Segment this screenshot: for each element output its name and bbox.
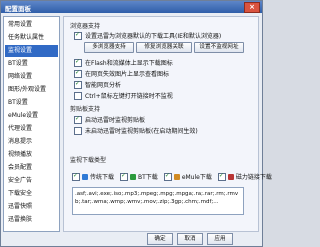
type-bt-label: BT下载 — [138, 174, 158, 181]
type-emule-checkbox[interactable]: eMule下载 — [163, 172, 212, 181]
sidebar-item-迅雷换肤[interactable]: 迅雷换肤 — [5, 214, 58, 226]
sidebar-item-网络设置[interactable]: 网络设置 — [5, 71, 58, 83]
sidebar-item-图形外观设置[interactable]: 图形/外观设置 — [5, 84, 58, 96]
checkbox-icon[interactable] — [163, 172, 172, 181]
traditional-download-icon — [82, 173, 88, 180]
sidebar-item-常用设置[interactable]: 常用设置 — [5, 19, 58, 31]
sidebar-item-下载安全[interactable]: 下载安全 — [5, 188, 58, 200]
download-types-row: 传统下载 BT下载 eMule下载 磁力链接下载 — [72, 172, 272, 181]
checkbox-icon[interactable] — [74, 69, 82, 78]
bt-download-icon — [130, 173, 137, 180]
ctrl-click-label: Ctrl+鼠标左键打开链接时不监视 — [85, 93, 173, 100]
sidebar-item-BT设置-1[interactable]: BT设置 — [5, 58, 58, 70]
browser-support-title: 浏览器支持 — [70, 23, 101, 30]
type-emule-label: eMule下载 — [181, 174, 212, 181]
type-traditional-label: 传统下载 — [90, 174, 115, 181]
default-url-button[interactable]: 设置不监视网址 — [194, 42, 244, 53]
sidebar-item-安全广告[interactable]: 安全广告 — [5, 175, 58, 187]
smart-analysis-label: 智能网页分析 — [85, 82, 122, 89]
checkbox-icon[interactable] — [74, 126, 82, 135]
smart-analysis-checkbox[interactable]: 智能网页分析 — [74, 80, 121, 89]
sidebar-item-会员配置[interactable]: 会员配置 — [5, 162, 58, 174]
sidebar-item-代理设置[interactable]: 代理设置 — [5, 123, 58, 135]
emule-download-icon — [173, 173, 180, 180]
sidebar-item-视频播放[interactable]: 视频播放 — [5, 149, 58, 161]
ctrl-click-checkbox[interactable]: Ctrl+鼠标左键打开链接时不监视 — [74, 91, 173, 100]
checkbox-icon[interactable] — [74, 58, 82, 67]
type-bt-checkbox[interactable]: BT下载 — [120, 172, 158, 181]
browser-monitor-label: 设置迅雷为浏览器默认的下载工具(IE和默认浏览器) — [85, 33, 222, 40]
flash-icon-checkbox[interactable]: 在Flash和流媒体上显示下载图标 — [74, 58, 173, 67]
type-traditional-checkbox[interactable]: 传统下载 — [72, 172, 114, 181]
settings-panel: 浏览器支持 设置迅雷为浏览器默认的下载工具(IE和默认浏览器) 多浏览器支持 修… — [63, 16, 272, 232]
repair-browser-button[interactable]: 修复浏览器关联 — [136, 42, 192, 53]
ok-button[interactable]: 确定 — [147, 233, 173, 245]
window-title: 配置面板 — [5, 5, 31, 13]
sidebar: 常用设置 任务默认属性 监视设置 BT设置 网络设置 图形/外观设置 BT设置 … — [3, 16, 60, 232]
cancel-button[interactable]: 取消 — [177, 233, 203, 245]
titlebar: 配置面板 × — [1, 1, 262, 13]
checkbox-icon[interactable] — [74, 31, 82, 40]
clipboard-start-checkbox[interactable]: 启动迅雷时监视剪贴板 — [74, 115, 145, 124]
sidebar-item-监视设置[interactable]: 监视设置 — [5, 45, 58, 57]
flash-icon-label: 在Flash和流媒体上显示下载图标 — [85, 60, 173, 67]
checkbox-icon[interactable] — [120, 172, 129, 181]
sidebar-item-任务默认属性[interactable]: 任务默认属性 — [5, 32, 58, 44]
clipboard-idle-label: 未启动迅雷时监视剪贴板(在启动期间生效) — [85, 128, 198, 135]
page-video-label: 在网页失效图片上显示查看图标 — [85, 71, 170, 78]
checkbox-icon[interactable] — [74, 91, 82, 100]
page-video-checkbox[interactable]: 在网页失效图片上显示查看图标 — [74, 69, 169, 78]
apply-button[interactable]: 应用 — [207, 233, 233, 245]
extensions-textarea[interactable]: .asf;.avi;.exe;.iso;.mp3;.mpeg;.mpg;.mpg… — [72, 187, 244, 215]
clipboard-start-label: 启动迅雷时监视剪贴板 — [85, 117, 146, 124]
sidebar-item-消息提示[interactable]: 消息提示 — [5, 136, 58, 148]
clipboard-idle-checkbox[interactable]: 未启动迅雷时监视剪贴板(在启动期间生效) — [74, 126, 198, 135]
checkbox-icon[interactable] — [72, 172, 80, 181]
config-window: 配置面板 × 常用设置 任务默认属性 监视设置 BT设置 网络设置 图形/外观设… — [0, 0, 272, 247]
close-icon[interactable]: × — [244, 2, 260, 13]
type-magnet-label: 磁力链接下载 — [235, 174, 272, 181]
multi-browser-button[interactable]: 多浏览器支持 — [84, 42, 134, 53]
type-magnet-checkbox[interactable]: 磁力链接下载 — [217, 172, 272, 181]
magnet-download-icon — [227, 173, 234, 180]
checkbox-icon[interactable] — [217, 172, 226, 181]
sidebar-item-eMule设置[interactable]: eMule设置 — [5, 110, 58, 122]
browser-monitor-checkbox[interactable]: 设置迅雷为浏览器默认的下载工具(IE和默认浏览器) — [74, 31, 221, 40]
checkbox-icon[interactable] — [74, 115, 82, 124]
download-types-title: 监视下载类型 — [70, 157, 107, 164]
sidebar-item-迅雷快照[interactable]: 迅雷快照 — [5, 201, 58, 213]
sidebar-item-BT设置-2[interactable]: BT设置 — [5, 97, 58, 109]
checkbox-icon[interactable] — [74, 80, 82, 89]
clipboard-support-title: 剪贴板支持 — [70, 106, 101, 113]
